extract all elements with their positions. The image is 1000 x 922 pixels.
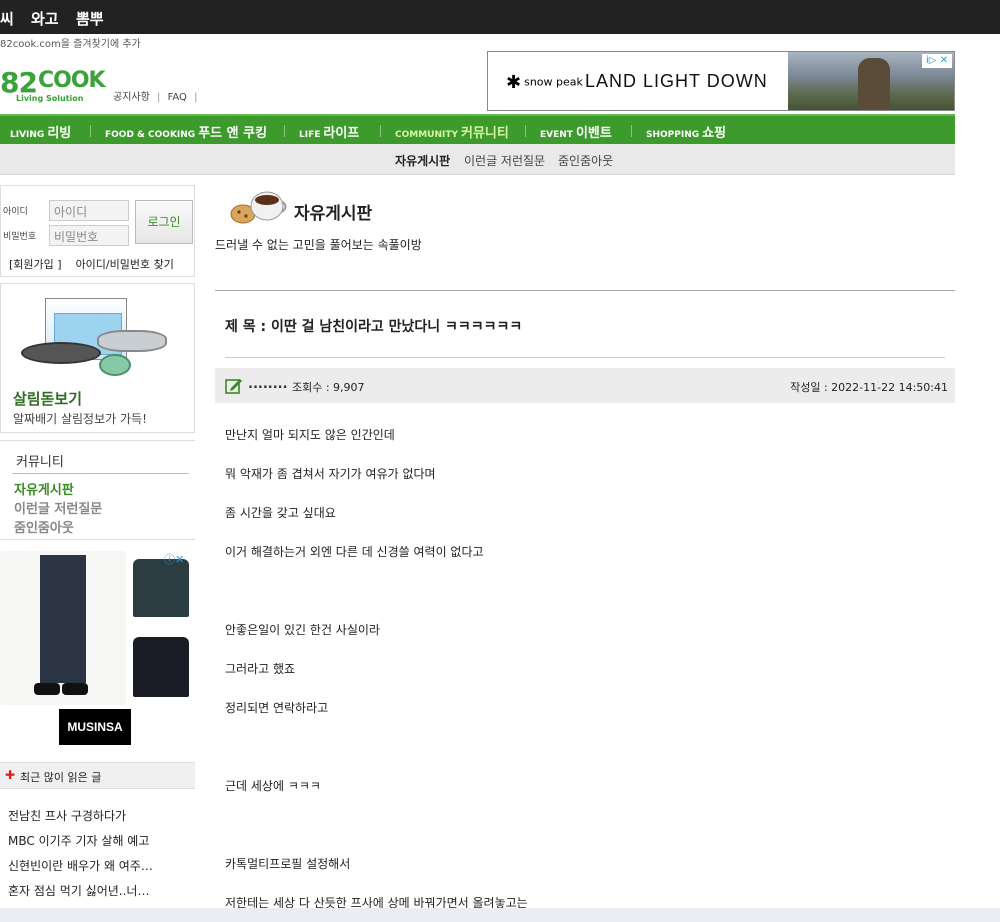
community-heading: 커뮤니티 — [16, 455, 64, 470]
password-label: 비밀번호 — [3, 232, 37, 242]
login-box: 아이디 아이디 비밀번호 비밀번호 로그인 [회원가입 ] 아이디/비밀번호 찾… — [0, 185, 195, 277]
nav-shopping[interactable]: SHOPPING 쇼핑 — [646, 122, 726, 141]
faq-link[interactable]: FAQ — [168, 92, 187, 103]
nav-life[interactable]: LIFE 라이프 — [299, 122, 359, 141]
post-body-line: 만난지 얼마 되지도 않은 인간인데 — [225, 428, 395, 442]
ad-close-icon[interactable]: i▷ ✕ — [922, 54, 952, 68]
post-subject: 제 목 : 이딴 걸 남친이라고 만났다니 ㅋㅋㅋㅋㅋㅋ — [225, 319, 523, 335]
shoe — [62, 683, 88, 695]
adchoice-icon[interactable]: ⓘ✕ — [164, 551, 184, 567]
post-body-line: 이거 해결하는거 외엔 다른 데 신경쓸 여력이 없다고 — [225, 545, 484, 559]
board-description: 드러낼 수 없는 고민을 풀어보는 속풀이방 — [215, 238, 422, 252]
nav-event[interactable]: EVENT 이벤트 — [540, 122, 612, 141]
popular-item[interactable]: 신현빈이란 배우가 왜 여주… — [8, 857, 153, 874]
community-menu: 커뮤니티 자유게시판 이런글 저런질문 줌인줌아웃 — [0, 440, 195, 540]
dishes-illustration — [99, 354, 131, 376]
nav-food-cooking[interactable]: FOOD & COOKING 푸드 앤 쿠킹 — [105, 122, 267, 141]
popular-item[interactable]: 전남친 프사 구경하다가 — [8, 807, 126, 824]
subnav-free-board[interactable]: 자유게시판 — [395, 152, 450, 169]
bookmark-link[interactable]: 82cook.com을 즐겨찾기에 추가 — [0, 35, 141, 50]
divider — [225, 357, 945, 358]
post-date: 작성일 : 2022-11-22 14:50:41 — [790, 381, 948, 394]
top-link-ssi[interactable]: 씨 — [0, 8, 14, 29]
top-banner-ad[interactable]: ✱ snow peak LAND LIGHT DOWN i▷ ✕ — [487, 51, 955, 111]
jeans-leg — [62, 555, 86, 683]
site-logo[interactable]: 82 COOK Living Solution — [0, 66, 106, 106]
find-account-link[interactable]: 아이디/비밀번호 찾기 — [76, 258, 174, 271]
nav-divider — [284, 125, 285, 137]
post-info-bar: ........ 조회수 : 9,907 작성일 : 2022-11-22 14… — [215, 368, 955, 403]
community-item-free-board[interactable]: 자유게시판 — [14, 479, 74, 498]
notice-link[interactable]: 공지사항 — [113, 92, 150, 103]
pencil-icon — [225, 379, 242, 394]
coffee-cookie-icon — [230, 191, 287, 224]
divider — [215, 290, 955, 291]
plus-icon: ✚ — [5, 768, 16, 782]
top-site-bar: 씨 와고 뽐뿌 — [0, 0, 1000, 34]
pot-illustration — [97, 330, 167, 352]
logo-tagline: Living Solution — [16, 94, 84, 103]
ad-person-image — [858, 58, 890, 110]
ad-headline: LAND LIGHT DOWN — [585, 71, 768, 91]
bottom-edge-bar — [0, 908, 1000, 922]
nav-divider — [380, 125, 381, 137]
nav-divider — [525, 125, 526, 137]
jeans-product-image[interactable] — [0, 551, 126, 705]
jeans-leg — [40, 555, 64, 683]
top-link-wago[interactable]: 와고 — [31, 8, 59, 29]
nav-divider — [631, 125, 632, 137]
post-author[interactable]: ........ — [248, 377, 288, 392]
banner-subtitle: 알짜배기 살림정보가 가득! — [13, 412, 147, 426]
post-views: 조회수 : 9,907 — [292, 381, 365, 394]
post-body-line: 그러라고 했죠 — [225, 662, 296, 676]
join-link[interactable]: [회원가입 ] — [9, 258, 62, 271]
snowflake-icon: ✱ — [506, 72, 522, 93]
main-navigation: LIVING 리빙 FOOD & COOKING 푸드 앤 쿠킹 LIFE 라이프 C… — [0, 114, 955, 144]
nav-living[interactable]: LIVING 리빙 — [10, 122, 71, 141]
subnav-zoom[interactable]: 줌인줌아웃 — [558, 152, 613, 169]
nav-divider — [90, 125, 91, 137]
login-links: [회원가입 ] 아이디/비밀번호 찾기 — [9, 256, 174, 272]
community-item-qa[interactable]: 이런글 저런질문 — [14, 498, 102, 517]
ad-brand: ✱ snow peak — [506, 72, 583, 93]
divider — [12, 473, 189, 474]
post-body-line: 카톡멀티프로필 설정해서 — [225, 857, 351, 871]
board-title[interactable]: 자유게시판 — [294, 199, 372, 224]
logo-name: COOK — [38, 68, 106, 93]
id-input[interactable]: 아이디 — [49, 200, 129, 221]
post-body-line: 정리되면 연락하라고 — [225, 701, 329, 715]
popular-item[interactable]: 혼자 점심 먹기 싫어년..너… — [8, 882, 149, 899]
nav-community[interactable]: COMMUNITY 커뮤니티 — [395, 122, 509, 141]
popular-heading: 최근 많이 읽은 글 — [20, 771, 102, 784]
top-link-ppomppu[interactable]: 뽐뿌 — [76, 8, 104, 29]
divider: | — [194, 92, 198, 103]
password-input[interactable]: 비밀번호 — [49, 225, 129, 246]
shoe — [34, 683, 60, 695]
subnav-qa[interactable]: 이런글 저런질문 — [464, 152, 545, 169]
musinsa-logo[interactable]: MUSINSA — [59, 709, 131, 745]
popular-item[interactable]: MBC 이기주 기자 살해 예고 — [8, 832, 149, 849]
salim-banner[interactable]: 살림돋보기 알짜배기 살림정보가 가득! — [0, 283, 195, 433]
frying-pan-illustration — [21, 342, 101, 364]
popular-header: ✚ 최근 많이 읽은 글 — [0, 763, 195, 789]
post-body-line: 뭐 악재가 좀 겹쳐서 자기가 여유가 없다며 — [225, 467, 436, 481]
post-body-line: 근데 세상에 ㅋㅋㅋ — [225, 779, 321, 793]
post-body-line: 좀 시간을 갖고 싶대요 — [225, 506, 336, 520]
sub-navigation: 자유게시판 이런글 저런질문 줌인줌아웃 — [0, 144, 955, 175]
community-item-zoom[interactable]: 줌인줌아웃 — [14, 517, 74, 536]
top-utility-links: 공지사항 | FAQ | — [113, 88, 202, 103]
id-label: 아이디 — [3, 207, 28, 217]
post-body-line: 안좋은일이 있긴 한건 사실이라 — [225, 623, 380, 637]
divider: | — [157, 92, 161, 103]
login-button[interactable]: 로그인 — [135, 200, 193, 244]
popular-posts: ✚ 최근 많이 읽은 글 전남친 프사 구경하다가 MBC 이기주 기자 살해 … — [0, 762, 195, 922]
banner-title: 살림돋보기 — [13, 390, 83, 408]
cardigan-product-image[interactable] — [129, 629, 193, 705]
